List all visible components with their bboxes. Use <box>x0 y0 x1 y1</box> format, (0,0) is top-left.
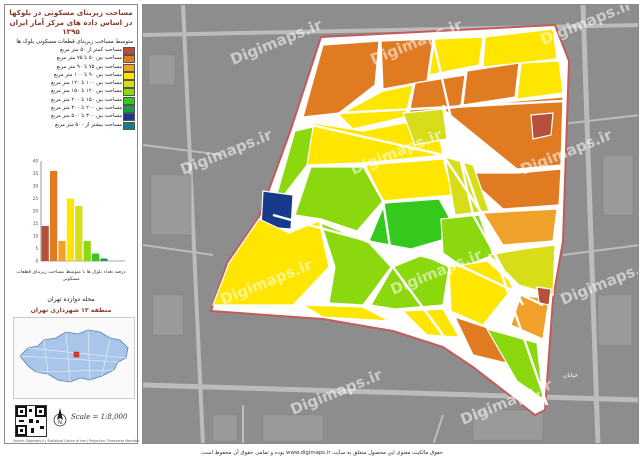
legend-item: مساحت بین ۹۰ تا ۱۰۰ متر مربع <box>11 71 135 80</box>
legend-label: مساحت کمتر از ۵۰ متر مربع <box>59 47 122 53</box>
y-tick-label: 0 <box>35 259 38 264</box>
copyright-footer: حقوق مالکیت معنوی این محصول متعلق به سای… <box>199 450 444 456</box>
scale-text: Scale = 1:8,000 <box>71 413 128 421</box>
figure-frame: مساحت زیربنای مسکونی در بلوکها در اساس د… <box>0 0 643 461</box>
legend-label: مساحت بین ۷۵ تا ۹۰ متر مربع <box>56 63 122 70</box>
legend-label: مساحت بین ۱۲۰ تا ۱۵۰ متر مربع <box>51 88 122 95</box>
bar-120-150 <box>83 241 91 261</box>
locator-minimap <box>13 317 135 399</box>
map-canvas: Digimaps.ir Digimaps.ir Digimaps.irDigimap… <box>143 5 638 443</box>
credit-text: Source: Digimaps.ir | Statistical Centre… <box>13 439 140 443</box>
y-tick-label: 40 <box>33 159 39 164</box>
district-name: منطقه ۱۲ شهرداری تهران <box>30 307 112 314</box>
legend-label: مساحت بین ۲۰۰ تا ۳۰۰ متر مربع <box>51 105 122 112</box>
bar-<50 <box>41 226 49 261</box>
legend-label: مساحت بین ۳۰۰ تا ۵۰۰ متر مربع <box>51 113 122 120</box>
legend-label: مساحت بین ۱۰۰ تا ۱۲۰ متر مربع <box>51 80 122 87</box>
map-view[interactable]: Digimaps.ir Digimaps.ir Digimaps.ir Digimap… <box>142 4 639 444</box>
legend-item: مساحت بیشتر از ۵۰۰ متر مربع <box>11 121 135 130</box>
legend-item: مساحت کمتر از ۵۰ متر مربع <box>11 46 135 55</box>
y-tick-label: 25 <box>33 196 39 201</box>
legend-label: مساحت بین ۵۰ تا ۷۵ متر مربع <box>56 55 122 62</box>
y-tick-label: 20 <box>33 209 39 214</box>
legend: مساحت کمتر از ۵۰ متر مربع مساحت بین ۵۰ تا… <box>11 46 135 130</box>
y-tick-label: 10 <box>33 234 39 239</box>
legend-item: مساحت بین ۱۰۰ تا ۱۲۰ متر مربع <box>11 79 135 89</box>
bar-chart: 0 5 10 15 20 25 30 35 40 <box>33 159 125 264</box>
map-title: مساحت زیربنای مسکونی در بلوکها <box>9 8 133 17</box>
location-marker <box>73 351 80 358</box>
y-tick-label: 15 <box>33 221 39 226</box>
block <box>516 60 564 100</box>
y-tick-label: 35 <box>33 171 39 176</box>
legend-label: مساحت بین ۱۵۰ تا ۲۰۰ متر مربع <box>51 96 122 103</box>
legend-heading: متوسط مساحت زیربنای قطعات مسکونی بلوک ها <box>16 39 133 45</box>
legend-item: مساحت بین ۳۰۰ تا ۵۰۰ متر مربع <box>11 112 135 122</box>
bar-200-300 <box>100 258 108 261</box>
street-label: خیابان <box>563 372 579 379</box>
info-panel: مساحت زیربنای مسکونی در بلوکها در اساس د… <box>4 4 139 444</box>
bar-75-90 <box>58 241 66 261</box>
block <box>530 112 554 140</box>
legend-item: مساحت بین ۵۰ تا ۷۵ متر مربع <box>11 54 135 64</box>
chart-caption: درصد تعداد بلوک ها با متوسط مساحت زیربنا… <box>16 270 126 282</box>
legend-label: مساحت بیشتر از ۵۰۰ متر مربع <box>55 121 122 128</box>
bar-90-100 <box>66 198 74 261</box>
bar-50-75 <box>50 171 58 261</box>
legend-item: مساحت بین ۱۵۰ تا ۲۰۰ متر مربع <box>11 96 135 105</box>
map-subtitle: در اساس داده های مرکز آمار ایران ۱۳۹۵ <box>9 18 133 36</box>
qr-code <box>15 405 47 437</box>
legend-item: مساحت بین ۲۰۰ تا ۳۰۰ متر مربع <box>11 104 135 114</box>
region-name: محله دوازده تهران <box>47 296 95 303</box>
legend-label: مساحت بین ۹۰ تا ۱۰۰ متر مربع <box>53 71 122 78</box>
north-arrow-icon: N <box>53 408 67 427</box>
svg-text:N: N <box>58 420 62 426</box>
legend-item: مساحت بین ۱۲۰ تا ۱۵۰ متر مربع <box>11 87 135 97</box>
legend-swatch <box>123 121 135 130</box>
legend-item: مساحت بین ۷۵ تا ۹۰ متر مربع <box>11 63 135 72</box>
y-tick-label: 30 <box>33 184 39 189</box>
y-tick-label: 5 <box>35 246 38 251</box>
bar-150-200 <box>92 253 100 261</box>
bottom-strip: N Scale = 1:8,000 Source: Digimaps.ir | … <box>9 401 143 449</box>
bar-100-120 <box>75 206 83 261</box>
